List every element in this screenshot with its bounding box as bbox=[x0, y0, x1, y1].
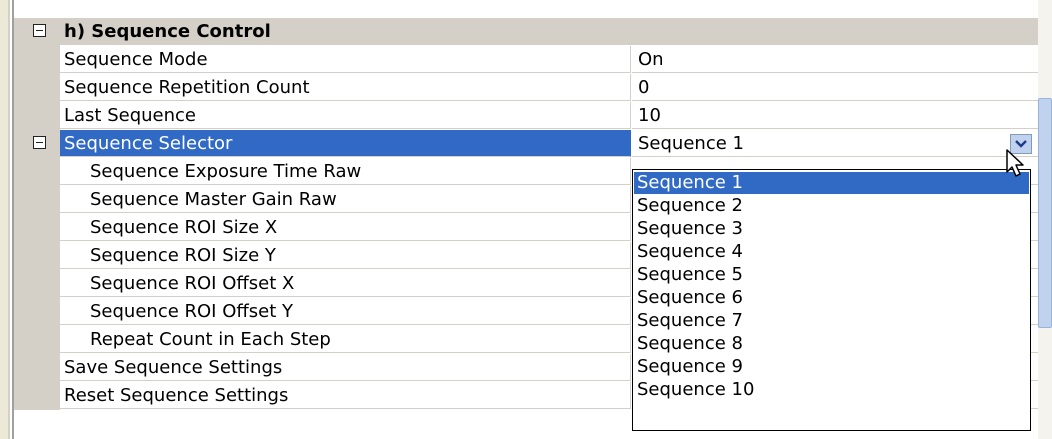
property-name-selected: Sequence Selector bbox=[60, 130, 631, 157]
dropdown-option[interactable]: Sequence 10 bbox=[634, 379, 1029, 401]
row-gutter bbox=[14, 46, 60, 74]
dropdown-option[interactable]: Sequence 4 bbox=[634, 241, 1029, 263]
sequence-dropdown-list[interactable]: Sequence 1 Sequence 2 Sequence 3 Sequenc… bbox=[632, 169, 1031, 431]
row-gutter bbox=[14, 298, 60, 326]
row-gutter bbox=[14, 186, 60, 214]
row-gutter bbox=[14, 354, 60, 382]
scrollbar-thumb[interactable] bbox=[1038, 98, 1052, 328]
property-name: Sequence Master Gain Raw bbox=[60, 186, 631, 213]
grid-header-strip bbox=[14, 0, 1038, 18]
property-name: Reset Sequence Settings bbox=[60, 382, 631, 409]
property-name: Sequence ROI Offset Y bbox=[60, 298, 631, 325]
property-row-sequence-repetition-count[interactable]: Sequence Repetition Count 0 bbox=[14, 74, 1038, 102]
dropdown-option[interactable]: Sequence 2 bbox=[634, 195, 1029, 217]
collapse-icon[interactable] bbox=[33, 24, 46, 37]
combo-value: Sequence 1 bbox=[638, 133, 744, 154]
category-label: h) Sequence Control bbox=[60, 18, 1038, 45]
property-row-sequence-mode[interactable]: Sequence Mode On bbox=[14, 46, 1038, 74]
row-gutter bbox=[14, 74, 60, 102]
dropdown-option[interactable]: Sequence 7 bbox=[634, 310, 1029, 332]
property-name: Save Sequence Settings bbox=[60, 354, 631, 381]
dropdown-option[interactable]: Sequence 5 bbox=[634, 264, 1029, 286]
property-name: Sequence Repetition Count bbox=[60, 74, 631, 101]
row-gutter bbox=[14, 242, 60, 270]
mouse-pointer-icon bbox=[1006, 149, 1024, 177]
row-gutter bbox=[14, 382, 60, 410]
property-name: Sequence ROI Size Y bbox=[60, 242, 631, 269]
row-gutter bbox=[14, 158, 60, 186]
dropdown-option[interactable]: Sequence 3 bbox=[634, 218, 1029, 240]
window-frame bbox=[0, 0, 8, 439]
row-gutter bbox=[14, 270, 60, 298]
dropdown-option[interactable]: Sequence 1 bbox=[634, 172, 1029, 194]
property-name: Sequence ROI Offset X bbox=[60, 270, 631, 297]
row-gutter bbox=[14, 130, 60, 158]
property-row-last-sequence[interactable]: Last Sequence 10 bbox=[14, 102, 1038, 130]
sequence-selector-combo[interactable]: Sequence 1 bbox=[632, 130, 1038, 157]
property-name: Sequence Exposure Time Raw bbox=[60, 158, 631, 185]
property-name: Last Sequence bbox=[60, 102, 631, 129]
property-name: Sequence Mode bbox=[60, 46, 631, 73]
property-name: Sequence ROI Size X bbox=[60, 214, 631, 241]
property-row-sequence-selector[interactable]: Sequence Selector Sequence 1 bbox=[14, 130, 1038, 158]
dropdown-option[interactable]: Sequence 9 bbox=[634, 356, 1029, 378]
dropdown-option[interactable]: Sequence 8 bbox=[634, 333, 1029, 355]
property-name: Repeat Count in Each Step bbox=[60, 326, 631, 353]
collapse-icon[interactable] bbox=[33, 136, 46, 149]
row-gutter bbox=[14, 326, 60, 354]
row-gutter bbox=[14, 18, 60, 46]
dropdown-option[interactable]: Sequence 6 bbox=[634, 287, 1029, 309]
property-value[interactable]: On bbox=[632, 46, 1038, 73]
property-value[interactable]: 0 bbox=[632, 74, 1038, 101]
property-value[interactable]: 10 bbox=[632, 102, 1038, 129]
category-row-sequence-control[interactable]: h) Sequence Control bbox=[14, 18, 1038, 46]
row-gutter bbox=[14, 102, 60, 130]
row-gutter bbox=[14, 214, 60, 242]
